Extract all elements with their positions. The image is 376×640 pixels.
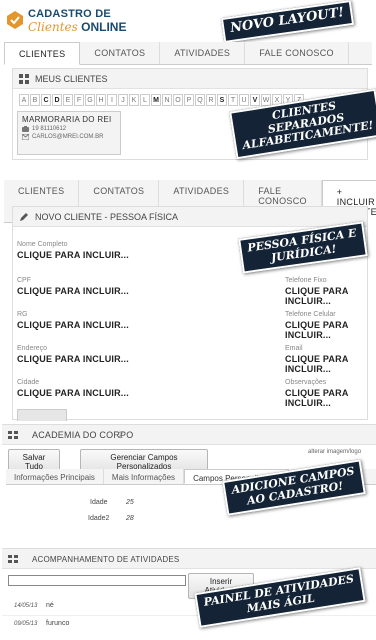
- app-logo: CADASTRO DE Clientes ONLINE: [6, 6, 146, 34]
- letter-filter-b[interactable]: B: [30, 94, 40, 106]
- atividade-text[interactable]: né: [46, 602, 54, 609]
- letter-filter-o[interactable]: O: [173, 94, 183, 106]
- letter-filter-f[interactable]: F: [74, 94, 84, 106]
- field-observacoes[interactable]: Observações CLIQUE PARA INCLUIR...: [285, 379, 367, 408]
- letter-filter-n[interactable]: N: [162, 94, 172, 106]
- letter-filter-g[interactable]: G: [85, 94, 95, 106]
- banner-novo-layout: NOVO LAYOUT!: [220, 0, 354, 43]
- field-nome[interactable]: Nome Completo CLIQUE PARA INCLUIR...: [17, 241, 129, 260]
- letter-filter-r[interactable]: R: [206, 94, 216, 106]
- logo-icon: [7, 11, 23, 29]
- letter-filter-h[interactable]: H: [96, 94, 106, 106]
- atividade-input[interactable]: [8, 575, 186, 586]
- client-email: CARLOS@MREI.COM.BR: [32, 134, 104, 140]
- field-cidade[interactable]: Cidade CLIQUE PARA INCLUIR...: [17, 379, 129, 398]
- letter-filter-t[interactable]: T: [228, 94, 238, 106]
- row-label-idade2: Idade2: [88, 515, 110, 522]
- alter-image-link[interactable]: alterar imagem/logo: [308, 449, 361, 455]
- letter-filter-j[interactable]: J: [118, 94, 128, 106]
- subtab-informacoes-principais[interactable]: Informações Principais: [6, 469, 104, 484]
- phone-icon: [22, 126, 29, 132]
- hidden-button[interactable]: [17, 409, 67, 421]
- field-rg[interactable]: RG CLIQUE PARA INCLUIR...: [17, 311, 129, 330]
- row-value-idade[interactable]: 25: [126, 499, 134, 506]
- letter-filter-a[interactable]: A: [19, 94, 29, 106]
- atividades-title: ACOMPANHAMENTO DE ATIVIDADES: [32, 555, 180, 564]
- letter-filter-s[interactable]: S: [217, 94, 227, 106]
- grid-icon: [8, 555, 18, 563]
- field-endereco[interactable]: Endereço CLIQUE PARA INCLUIR...: [17, 345, 129, 364]
- letter-filter-l[interactable]: L: [140, 94, 150, 106]
- divider: [2, 615, 376, 616]
- grid-icon: [19, 73, 29, 84]
- subtab-mais-informacoes[interactable]: Mais Informações: [103, 469, 185, 484]
- tab-contatos[interactable]: CONTATOS: [80, 42, 161, 64]
- letter-filter-u[interactable]: U: [239, 94, 249, 106]
- clients-panel-title: MEUS CLIENTES: [35, 73, 108, 84]
- field-cpf[interactable]: CPF CLIQUE PARA INCLUIR...: [17, 277, 129, 296]
- letter-filter-v[interactable]: V: [250, 94, 260, 106]
- logo-title: CADASTRO DE: [28, 8, 111, 20]
- field-telefone-fixo[interactable]: Telefone Fixo CLIQUE PARA INCLUIR...: [285, 277, 367, 306]
- client-name: MARMORARIA DO REI: [22, 115, 112, 124]
- logo-subtitle: Clientes ONLINE: [28, 20, 127, 34]
- atividades-header: ACOMPANHAMENTO DE ATIVIDADES: [2, 549, 376, 569]
- letter-filter-d[interactable]: D: [52, 94, 62, 106]
- alphabet-filter: ABCDEFGHIJKLMNOPQRSTUVWXYZ: [19, 94, 305, 106]
- letter-filter-w[interactable]: W: [261, 94, 271, 106]
- grid-icon: [8, 431, 18, 439]
- tab-atividades[interactable]: ATIVIDADES: [160, 42, 246, 64]
- email-icon: [22, 134, 29, 140]
- letter-filter-i[interactable]: I: [107, 94, 117, 106]
- novo-cliente-title: NOVO CLIENTE - PESSOA FÍSICA: [35, 211, 179, 222]
- clients-panel-header: MEUS CLIENTES: [13, 69, 367, 89]
- letter-filter-e[interactable]: E: [63, 94, 73, 106]
- row-value-idade2[interactable]: 28: [126, 515, 134, 522]
- letter-filter-k[interactable]: K: [129, 94, 139, 106]
- client-card[interactable]: MARMORARIA DO REI 19 81110612 CARLOS@MRE…: [17, 111, 121, 155]
- letter-filter-p[interactable]: P: [184, 94, 194, 106]
- tab-fale-conosco[interactable]: FALE CONOSCO: [245, 42, 349, 64]
- academia-header: ACADEMIA DO CORPO 2: [2, 425, 376, 445]
- tab-clientes[interactable]: CLIENTES: [4, 42, 81, 65]
- pencil-icon: [20, 212, 28, 221]
- atividade-date: 09/05/13: [14, 621, 38, 627]
- atividade-text[interactable]: furunco: [46, 620, 69, 627]
- academia-count: 2: [118, 430, 124, 440]
- row-label-idade: Idade: [90, 499, 108, 506]
- main-tabs: CLIENTES CONTATOS ATIVIDADES FALE CONOSC…: [4, 42, 372, 65]
- field-email[interactable]: Email CLIQUE PARA INCLUIR...: [285, 345, 367, 374]
- field-telefone-celular[interactable]: Telefone Celular CLIQUE PARA INCLUIR...: [285, 311, 367, 340]
- letter-filter-c[interactable]: C: [41, 94, 51, 106]
- client-phone: 19 81110612: [32, 126, 67, 132]
- novo-cliente-header: NOVO CLIENTE - PESSOA FÍSICA: [13, 207, 367, 227]
- letter-filter-m[interactable]: M: [151, 94, 161, 106]
- letter-filter-q[interactable]: Q: [195, 94, 205, 106]
- atividade-date: 14/05/13: [14, 603, 38, 609]
